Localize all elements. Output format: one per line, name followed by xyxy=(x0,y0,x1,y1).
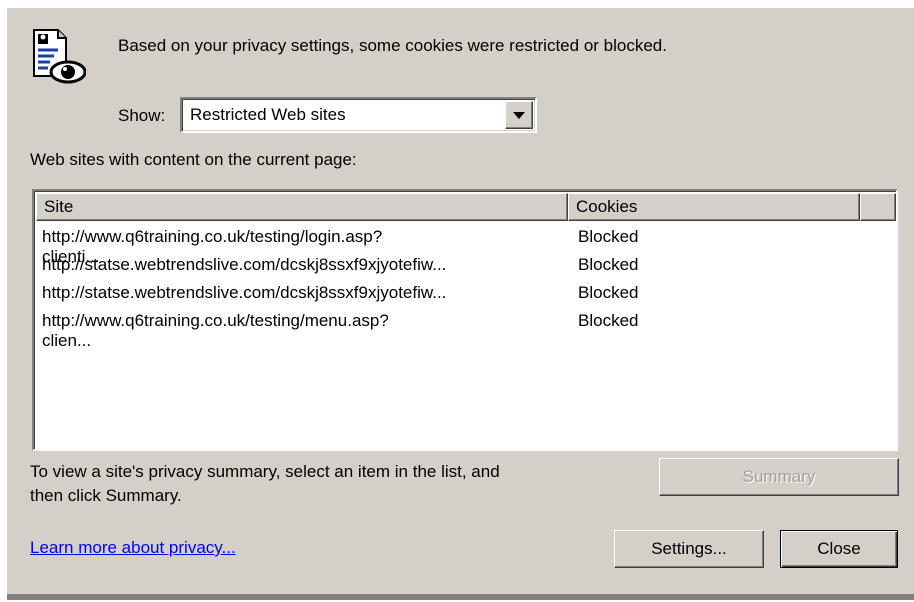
row-cookies: Blocked xyxy=(578,227,639,246)
column-header-site-label: Site xyxy=(44,197,74,216)
close-button[interactable]: Close xyxy=(780,530,898,568)
list-caption: Web sites with content on the current pa… xyxy=(30,150,357,169)
web-sites-list[interactable]: Site Cookies http://www.q6training.co.uk… xyxy=(32,189,898,451)
dialog-shadow xyxy=(7,594,914,600)
row-site: http://www.q6training.co.uk/testing/menu… xyxy=(42,311,389,350)
chevron-down-icon xyxy=(513,112,525,119)
learn-more-link[interactable]: Learn more about privacy... xyxy=(30,538,236,558)
column-header-cookies[interactable]: Cookies xyxy=(568,193,860,221)
privacy-message: Based on your privacy settings, some coo… xyxy=(118,36,667,55)
column-header-filler xyxy=(860,193,896,221)
dropdown-button[interactable] xyxy=(505,101,533,129)
show-label: Show: xyxy=(118,106,166,125)
summary-button[interactable]: Summary xyxy=(659,458,899,496)
row-cookies: Blocked xyxy=(578,255,639,274)
show-dropdown[interactable]: Restricted Web sites xyxy=(180,97,537,133)
show-dropdown-value: Restricted Web sites xyxy=(190,105,346,124)
privacy-report-eye-icon xyxy=(33,29,86,84)
hint-text-line2: then click Summary. xyxy=(30,486,182,505)
row-cookies: Blocked xyxy=(578,311,639,330)
row-cookies: Blocked xyxy=(578,283,639,302)
column-header-cookies-label: Cookies xyxy=(576,197,638,216)
hint-text-line1: To view a site's privacy summary, select… xyxy=(30,462,500,481)
column-header-site[interactable]: Site xyxy=(36,193,568,221)
row-site: http://statse.webtrendslive.com/dcskj8ss… xyxy=(42,283,447,302)
row-site: http://statse.webtrendslive.com/dcskj8ss… xyxy=(42,255,447,274)
settings-button[interactable]: Settings... xyxy=(614,530,764,568)
